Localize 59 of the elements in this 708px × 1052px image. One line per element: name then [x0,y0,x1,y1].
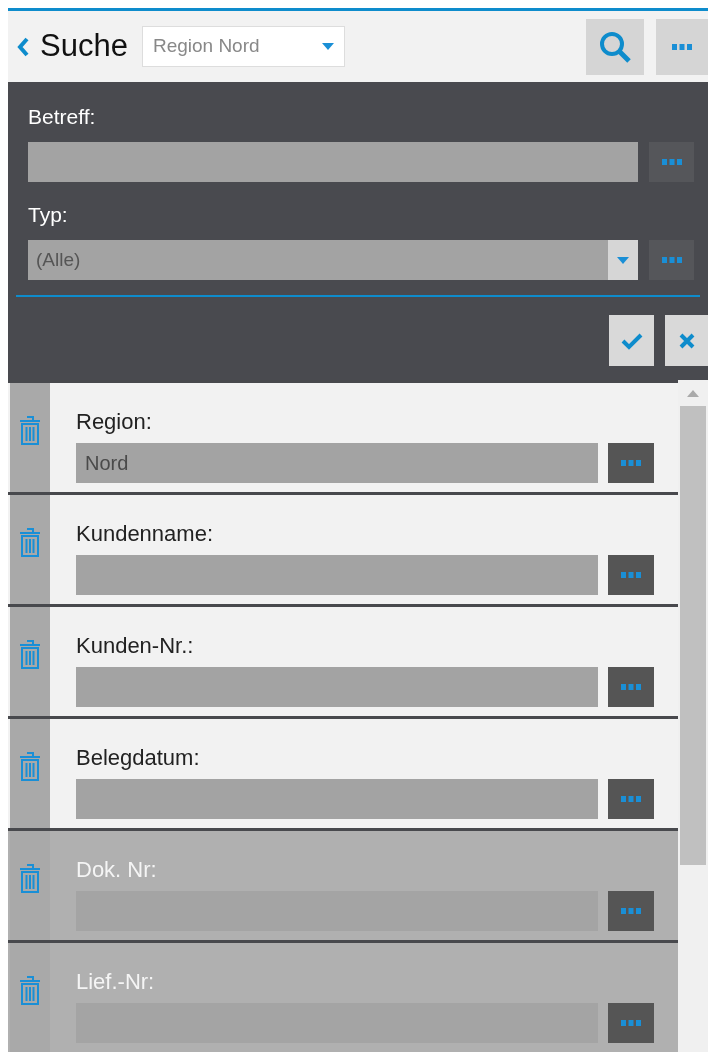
more-icon [621,796,641,802]
field-label: Belegdatum: [76,745,201,771]
filter-dropdown[interactable]: Region Nord [141,26,345,67]
more-icon [621,908,641,914]
field-label: Typ: [28,202,69,228]
search-icon [598,29,632,64]
more-button[interactable] [608,667,654,707]
trash-icon [18,751,42,781]
select-field[interactable]: (Alle) [28,240,638,280]
page-title: Suche [40,27,128,66]
back-icon [16,35,30,58]
text-field[interactable]: Nord [76,443,598,483]
check-icon [620,331,643,350]
trash-icon [18,863,42,893]
field-label: Kunden-Nr.: [76,633,195,659]
menu-icon [672,43,692,50]
more-button[interactable] [608,555,654,595]
more-button[interactable] [649,142,694,182]
caret-icon [321,43,334,50]
more-icon [661,257,682,263]
field-label: Region: [76,409,153,435]
search-button[interactable] [586,18,644,75]
text-field[interactable] [28,142,638,182]
field-label: Dok. Nr: [76,857,158,883]
trash-icon [18,639,42,669]
text-field[interactable] [76,555,598,595]
more-icon [621,1020,641,1026]
more-icon [661,159,682,165]
trash-icon [18,415,42,445]
field-label: Betreff: [28,104,97,130]
dropdown-button[interactable] [608,240,638,280]
more-icon [621,684,641,690]
field-label: Lief.-Nr: [76,969,156,995]
dropdown-value: Region Nord [152,34,261,59]
back-button[interactable]: Suche [16,23,128,70]
more-icon [621,572,641,578]
cancel-button[interactable] [665,315,708,366]
select-value: (Alle) [35,247,82,272]
scrollbar[interactable] [678,380,708,1052]
delete-button[interactable] [10,383,50,492]
scroll-up-icon [687,390,699,397]
more-button[interactable] [649,240,694,280]
trash-icon [18,527,42,557]
caret-icon [617,256,629,264]
text-field[interactable] [76,779,598,819]
more-button[interactable] [608,779,654,819]
field-label: Kundenname: [76,521,214,547]
trash-icon [18,975,42,1005]
delete-button[interactable] [10,607,50,716]
scrollbar-thumb[interactable] [680,406,706,865]
more-button[interactable] [608,443,654,483]
apply-button[interactable] [609,315,654,366]
more-icon [621,460,641,466]
delete-button[interactable] [10,719,50,828]
delete-button[interactable] [10,495,50,604]
close-icon [677,331,696,350]
menu-button[interactable] [656,18,708,75]
text-field[interactable] [76,667,598,707]
field-value: Nord [85,451,129,476]
